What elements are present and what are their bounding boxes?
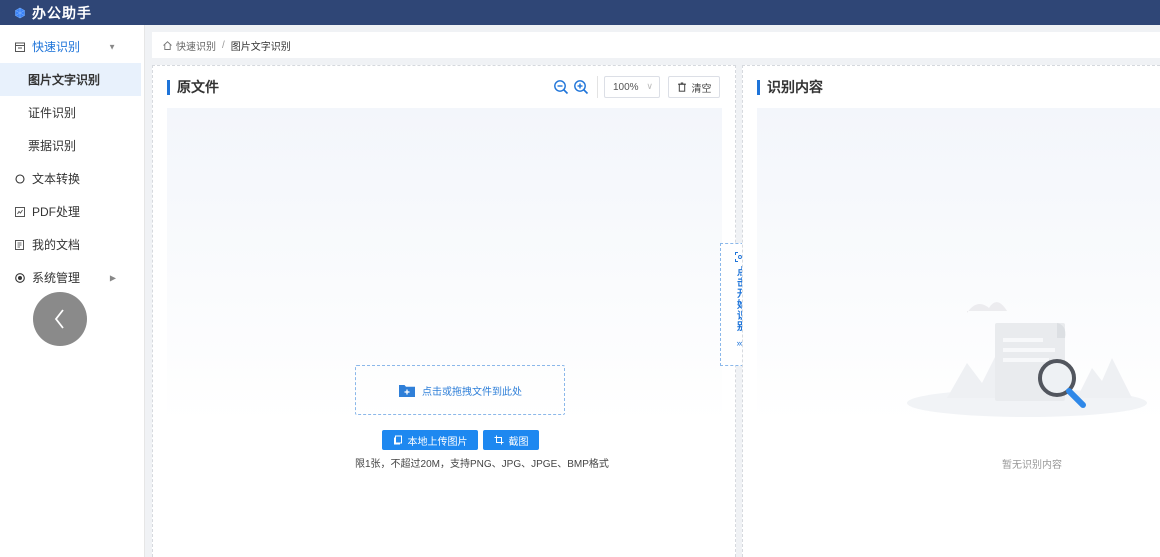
breadcrumb-separator: /	[222, 39, 225, 51]
sidebar-subitem-receipt-recognition[interactable]: 票据识别	[0, 129, 144, 162]
local-upload-label: 本地上传图片	[407, 436, 468, 448]
settings-dot-icon	[15, 272, 25, 283]
upload-actions: 本地上传图片 截图	[382, 430, 539, 450]
sidebar-item-label: 我的文档	[32, 238, 81, 252]
sidebar: 快速识别 ▼ 图片文字识别 证件识别 票据识别 文本转换 PDF处理 我的文档 …	[0, 25, 145, 557]
upload-hint: 限1张，不超过20M，支持PNG、JPG、JPGE、BMP格式	[355, 459, 609, 470]
toolbar-divider	[597, 76, 598, 98]
empty-search-illustration	[907, 302, 1147, 417]
result-panel-header: 识别内容	[743, 66, 1160, 108]
title-accent-bar	[167, 79, 170, 95]
zoom-level-select[interactable]: 100% ∨	[604, 76, 660, 98]
zoom-level-value: 100%	[613, 81, 639, 93]
result-canvas: 暂无识别内容	[757, 108, 1160, 557]
title-accent-bar	[757, 79, 760, 95]
chevron-down-icon: ▼	[108, 42, 116, 51]
sidebar-item-my-documents[interactable]: 我的文档	[0, 228, 144, 261]
result-panel: 识别内容 暂无识别内容	[742, 65, 1160, 557]
circle-icon	[15, 173, 25, 184]
empty-state-text: 暂无识别内容	[1002, 460, 1062, 471]
sidebar-item-label: 系统管理	[32, 271, 81, 285]
clear-button-label: 清空	[691, 83, 712, 95]
sidebar-item-label: PDF处理	[32, 205, 81, 219]
local-upload-button[interactable]: 本地上传图片	[382, 430, 478, 450]
zoom-in-icon[interactable]	[573, 79, 589, 95]
calendar-icon	[15, 42, 25, 52]
source-panel-title: 原文件	[177, 79, 219, 95]
source-panel-header: 原文件 100% ∨ 清空	[153, 66, 735, 108]
breadcrumb-home[interactable]: 快速识别	[176, 38, 216, 53]
sidebar-subitem-id-recognition[interactable]: 证件识别	[0, 96, 144, 129]
sidebar-item-label: 文本转换	[32, 172, 81, 186]
dropzone-text: 点击或拖拽文件到此处	[422, 386, 522, 398]
app-logo-icon	[15, 7, 25, 18]
app-title: 办公助手	[32, 4, 92, 21]
home-icon	[163, 40, 172, 50]
sidebar-item-pdf[interactable]: PDF处理	[0, 195, 144, 228]
breadcrumb-current: 图片文字识别	[230, 41, 291, 53]
collapse-sidebar-button[interactable]	[33, 292, 87, 346]
breadcrumb: 快速识别 / 图片文字识别	[152, 32, 1160, 58]
sidebar-subitem-image-ocr[interactable]: 图片文字识别	[0, 63, 141, 96]
top-bar: 办公助手	[0, 0, 1160, 25]
sidebar-item-text-convert[interactable]: 文本转换	[0, 162, 144, 195]
sidebar-item-system-management[interactable]: 系统管理 ▶	[0, 261, 144, 294]
chevron-right-icon: ▶	[109, 273, 116, 282]
sidebar-item-quick-recognition[interactable]: 快速识别 ▼	[0, 30, 144, 63]
pdf-file-icon	[15, 206, 25, 217]
chevron-left-icon	[54, 309, 64, 329]
file-dropzone[interactable]: 点击或拖拽文件到此处	[355, 365, 565, 415]
source-canvas: 点击或拖拽文件到此处 本地上传图片 截图 限1张，不超过20M，支持PNG、JP…	[167, 108, 722, 557]
screenshot-label: 截图	[508, 436, 529, 448]
result-panel-title: 识别内容	[767, 79, 823, 95]
sidebar-item-label: 快速识别	[32, 40, 81, 54]
document-icon	[15, 239, 24, 250]
screenshot-button[interactable]: 截图	[483, 430, 539, 450]
crop-icon	[494, 435, 503, 445]
source-panel: 原文件 100% ∨ 清空 点击或拖拽文件到此处 本地上传图片 截图 限1张，不…	[152, 65, 736, 557]
zoom-out-icon[interactable]	[553, 79, 569, 95]
chevron-down-icon: ∨	[646, 81, 653, 91]
copy-icon	[393, 435, 402, 445]
clear-button[interactable]: 清空	[668, 76, 720, 98]
trash-icon	[677, 82, 686, 92]
zoom-toolbar: 100% ∨ 清空	[553, 76, 720, 98]
folder-add-icon	[399, 385, 415, 397]
